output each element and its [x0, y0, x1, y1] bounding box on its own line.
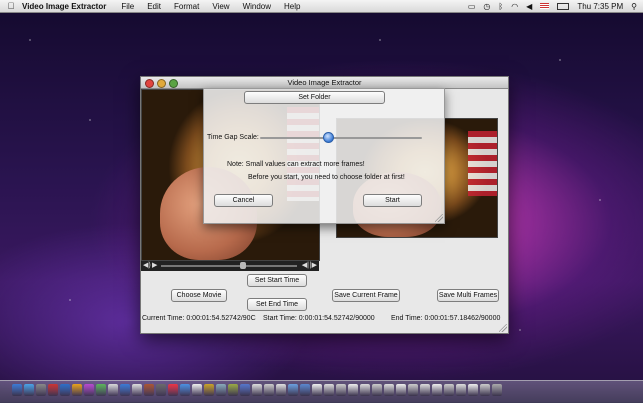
play-icon[interactable]: ▶: [152, 261, 157, 271]
volume-icon[interactable]: ◀: [526, 2, 532, 11]
dock-app-icon[interactable]: [72, 384, 82, 396]
step-forward-icon[interactable]: |▶: [310, 261, 317, 271]
cancel-button[interactable]: Cancel: [214, 194, 273, 207]
save-multi-frames-button[interactable]: Save Multi Frames: [437, 289, 499, 302]
instruction-text: Before you start, you need to choose fol…: [248, 174, 405, 181]
dock-app-icon[interactable]: [336, 384, 346, 396]
menu-format[interactable]: Format: [174, 2, 199, 11]
dock-app-icon[interactable]: [36, 384, 46, 396]
dock-app-icon[interactable]: [468, 384, 478, 396]
dock-app-icon[interactable]: [264, 384, 274, 396]
dock-app-icon[interactable]: [108, 384, 118, 396]
time-gap-label: Time Gap Scale:: [207, 134, 259, 141]
menu-clock[interactable]: Thu 7:35 PM: [577, 2, 623, 11]
dock-app-icon[interactable]: [240, 384, 250, 396]
set-end-time-button[interactable]: Set End Time: [247, 298, 307, 311]
current-time-label: Current Time: 0:00:01:54.52742/90C: [142, 315, 256, 322]
set-start-time-button[interactable]: Set Start Time: [247, 274, 307, 287]
menu-help[interactable]: Help: [284, 2, 300, 11]
step-back-icon[interactable]: ◀|: [302, 261, 309, 271]
dock: [0, 380, 643, 403]
dock-app-icon[interactable]: [216, 384, 226, 396]
movie-controls: ◀) ▶ ◀| |▶: [141, 261, 319, 271]
resize-grip[interactable]: [499, 324, 507, 332]
bluetooth-icon[interactable]: ᛒ: [498, 2, 503, 11]
menu-bar:  Video Image Extractor File Edit Format…: [0, 0, 643, 13]
screen-icon[interactable]: ▭: [468, 2, 476, 11]
playback-knob[interactable]: [239, 262, 246, 269]
minimize-button[interactable]: [157, 79, 166, 88]
dock-app-icon[interactable]: [384, 384, 394, 396]
dock-app-icon[interactable]: [60, 384, 70, 396]
volume-icon[interactable]: ◀): [143, 261, 151, 271]
dock-app-icon[interactable]: [456, 384, 466, 396]
extract-sheet: Set Folder Time Gap Scale: Note: Small v…: [203, 88, 445, 224]
dock-app-icon[interactable]: [324, 384, 334, 396]
apple-logo-icon[interactable]: : [0, 1, 22, 11]
save-current-frame-button[interactable]: Save Current Frame: [332, 289, 400, 302]
dock-app-icon[interactable]: [360, 384, 370, 396]
battery-icon[interactable]: [557, 2, 570, 10]
dock-app-icon[interactable]: [300, 384, 310, 396]
start-time-label: Start Time: 0:00:01:54.52742/90000: [263, 315, 375, 322]
dock-app-icon[interactable]: [288, 384, 298, 396]
dock-app-icon[interactable]: [228, 384, 238, 396]
dock-app-icon[interactable]: [444, 384, 454, 396]
dock-app-icon[interactable]: [96, 384, 106, 396]
set-folder-button[interactable]: Set Folder: [244, 91, 385, 104]
dock-app-icon[interactable]: [120, 384, 130, 396]
note-text: Note: Small values can extract more fram…: [227, 161, 365, 168]
us-flag-icon[interactable]: [540, 3, 550, 9]
menu-view[interactable]: View: [212, 2, 229, 11]
dock-app-icon[interactable]: [192, 384, 202, 396]
end-time-label: End Time: 0:00:01:57.18462/90000: [391, 315, 501, 322]
dock-app-icon[interactable]: [168, 384, 178, 396]
dock-app-icon[interactable]: [348, 384, 358, 396]
search-icon[interactable]: ⚲: [631, 2, 637, 11]
dock-app-icon[interactable]: [480, 384, 490, 396]
zoom-button[interactable]: [169, 79, 178, 88]
dock-app-icon[interactable]: [144, 384, 154, 396]
dock-app-icon[interactable]: [408, 384, 418, 396]
dock-app-icon[interactable]: [24, 384, 34, 396]
dock-app-icon[interactable]: [432, 384, 442, 396]
dock-app-icon[interactable]: [252, 384, 262, 396]
menu-window[interactable]: Window: [243, 2, 271, 11]
dock-app-icon[interactable]: [372, 384, 382, 396]
dock-app-icon[interactable]: [276, 384, 286, 396]
window-title: Video Image Extractor: [287, 78, 362, 87]
dock-app-icon[interactable]: [156, 384, 166, 396]
dock-app-icon[interactable]: [396, 384, 406, 396]
time-machine-icon[interactable]: ◷: [483, 2, 490, 11]
menu-app-name[interactable]: Video Image Extractor: [22, 2, 106, 11]
menu-file[interactable]: File: [121, 2, 134, 11]
close-button[interactable]: [145, 79, 154, 88]
sheet-resize-grip[interactable]: [435, 214, 443, 222]
choose-movie-button[interactable]: Choose Movie: [171, 289, 227, 302]
dock-app-icon[interactable]: [180, 384, 190, 396]
dock-app-icon[interactable]: [312, 384, 322, 396]
playback-track[interactable]: [161, 265, 297, 267]
dock-app-icon[interactable]: [48, 384, 58, 396]
dock-app-icon[interactable]: [420, 384, 430, 396]
time-gap-slider[interactable]: [260, 137, 422, 139]
time-gap-slider-knob[interactable]: [323, 132, 335, 143]
start-button[interactable]: Start: [363, 194, 422, 207]
dock-app-icon[interactable]: [492, 384, 502, 396]
dock-app-icon[interactable]: [84, 384, 94, 396]
wifi-icon[interactable]: ◠: [511, 2, 518, 11]
dock-app-icon[interactable]: [132, 384, 142, 396]
menu-edit[interactable]: Edit: [147, 2, 161, 11]
dock-app-icon[interactable]: [204, 384, 214, 396]
dock-app-icon[interactable]: [12, 384, 22, 396]
